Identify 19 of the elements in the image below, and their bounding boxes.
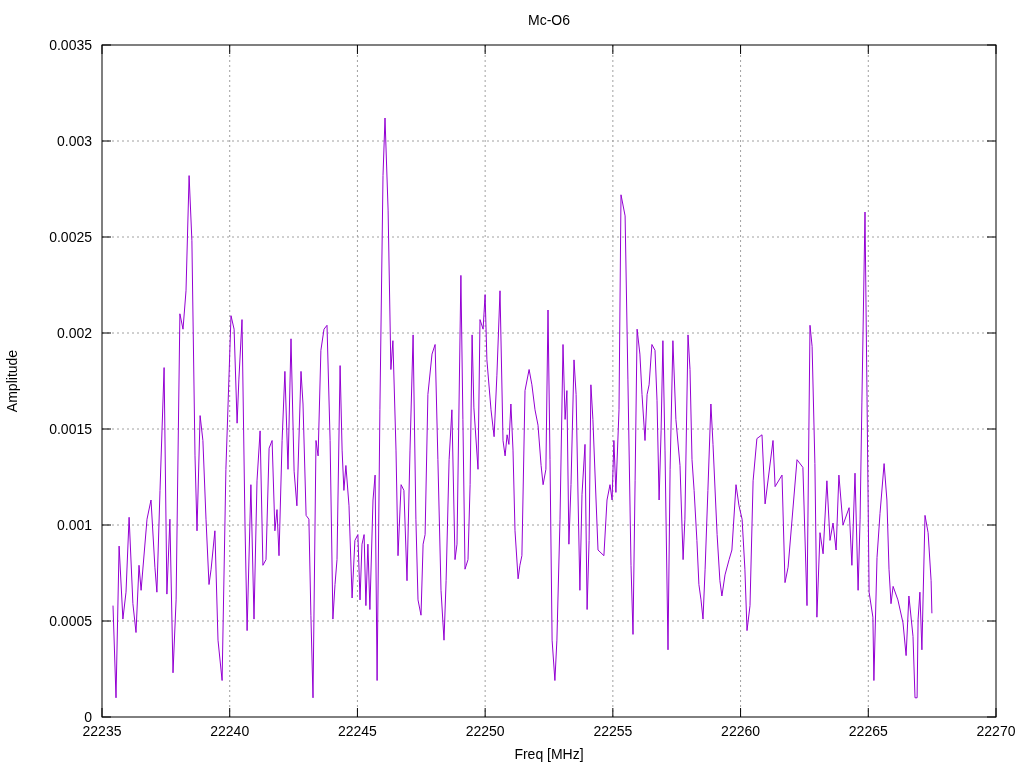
y-tick-label: 0.0035	[49, 37, 92, 53]
chart-title: Mc-O6	[528, 12, 570, 28]
y-tick-label: 0.0005	[49, 613, 92, 629]
x-tick-label: 22270	[976, 723, 1016, 739]
x-axis-label: Freq [MHz]	[514, 746, 584, 762]
y-tick-label: 0.001	[56, 517, 92, 533]
x-tick-label: 22245	[337, 723, 377, 739]
x-tick-label: 22240	[210, 723, 250, 739]
y-tick-label: 0.0015	[49, 421, 92, 437]
x-tick-label: 22255	[593, 723, 633, 739]
y-tick-label: 0	[84, 709, 92, 725]
y-tick-label: 0.0025	[49, 229, 92, 245]
x-tick-label: 22260	[721, 723, 761, 739]
x-tick-label: 22235	[82, 723, 122, 739]
x-tick-label: 22250	[465, 723, 505, 739]
y-axis-label: Amplitude	[4, 349, 20, 413]
y-tick-label: 0.002	[56, 325, 92, 341]
x-tick-label: 22265	[848, 723, 888, 739]
y-tick-label: 0.003	[56, 133, 92, 149]
